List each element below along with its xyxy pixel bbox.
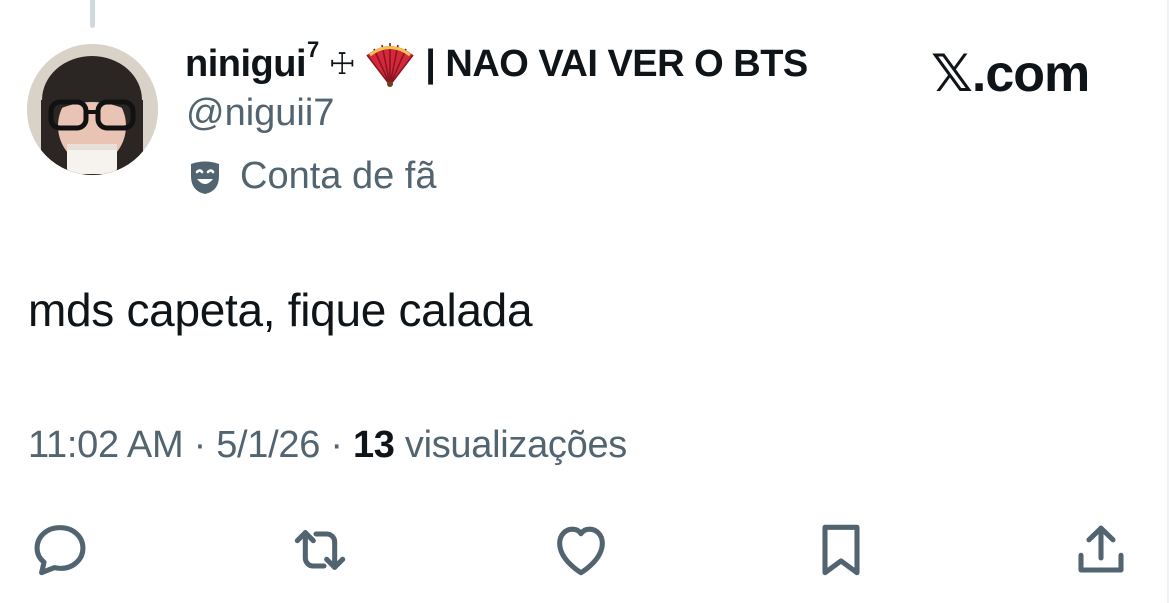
tweet-meta: 11:02 AM · 5/1/26 · 13 visualizações — [28, 424, 627, 467]
brand-domain: .com — [971, 45, 1090, 103]
folding-fan-icon — [365, 41, 415, 87]
meta-separator: · — [183, 424, 217, 466]
retweet-icon — [294, 530, 346, 570]
user-handle[interactable]: @niguii7 — [186, 92, 334, 135]
tweet-time[interactable]: 11:02 AM — [28, 424, 184, 466]
x-logo-icon: 𝕏 — [931, 44, 973, 104]
display-name-tagline: | NAO VAI VER O BTS — [425, 42, 808, 85]
reply-button[interactable] — [25, 515, 95, 585]
views-label: visualizações — [394, 424, 627, 466]
action-bar — [0, 515, 1169, 585]
like-button[interactable] — [546, 515, 616, 585]
reply-icon — [34, 525, 86, 576]
bookmark-icon — [822, 524, 860, 576]
tweet-date[interactable]: 5/1/26 — [216, 424, 320, 466]
retweet-button[interactable] — [285, 515, 355, 585]
display-name: ninigui 7 — [185, 37, 319, 85]
cross-icon: ☩ — [328, 47, 356, 81]
x-com-watermark: 𝕏 .com — [931, 44, 1090, 104]
avatar[interactable] — [27, 44, 158, 175]
share-icon — [1078, 525, 1124, 573]
account-label: Conta de fã — [186, 155, 436, 198]
like-icon — [557, 526, 605, 576]
tweet-text: mds capeta, fique calada — [28, 284, 533, 336]
account-label-text: Conta de fã — [240, 155, 437, 197]
thread-connector-line — [90, 0, 95, 28]
views-count: 13 — [352, 424, 395, 466]
bookmark-button[interactable] — [806, 515, 876, 585]
meta-separator: · — [320, 424, 353, 466]
theater-masks-icon — [186, 158, 224, 196]
share-button[interactable] — [1066, 515, 1136, 585]
display-name-line[interactable]: ninigui 7 ☩ | NAO VAI VER O BTS — [185, 37, 808, 90]
